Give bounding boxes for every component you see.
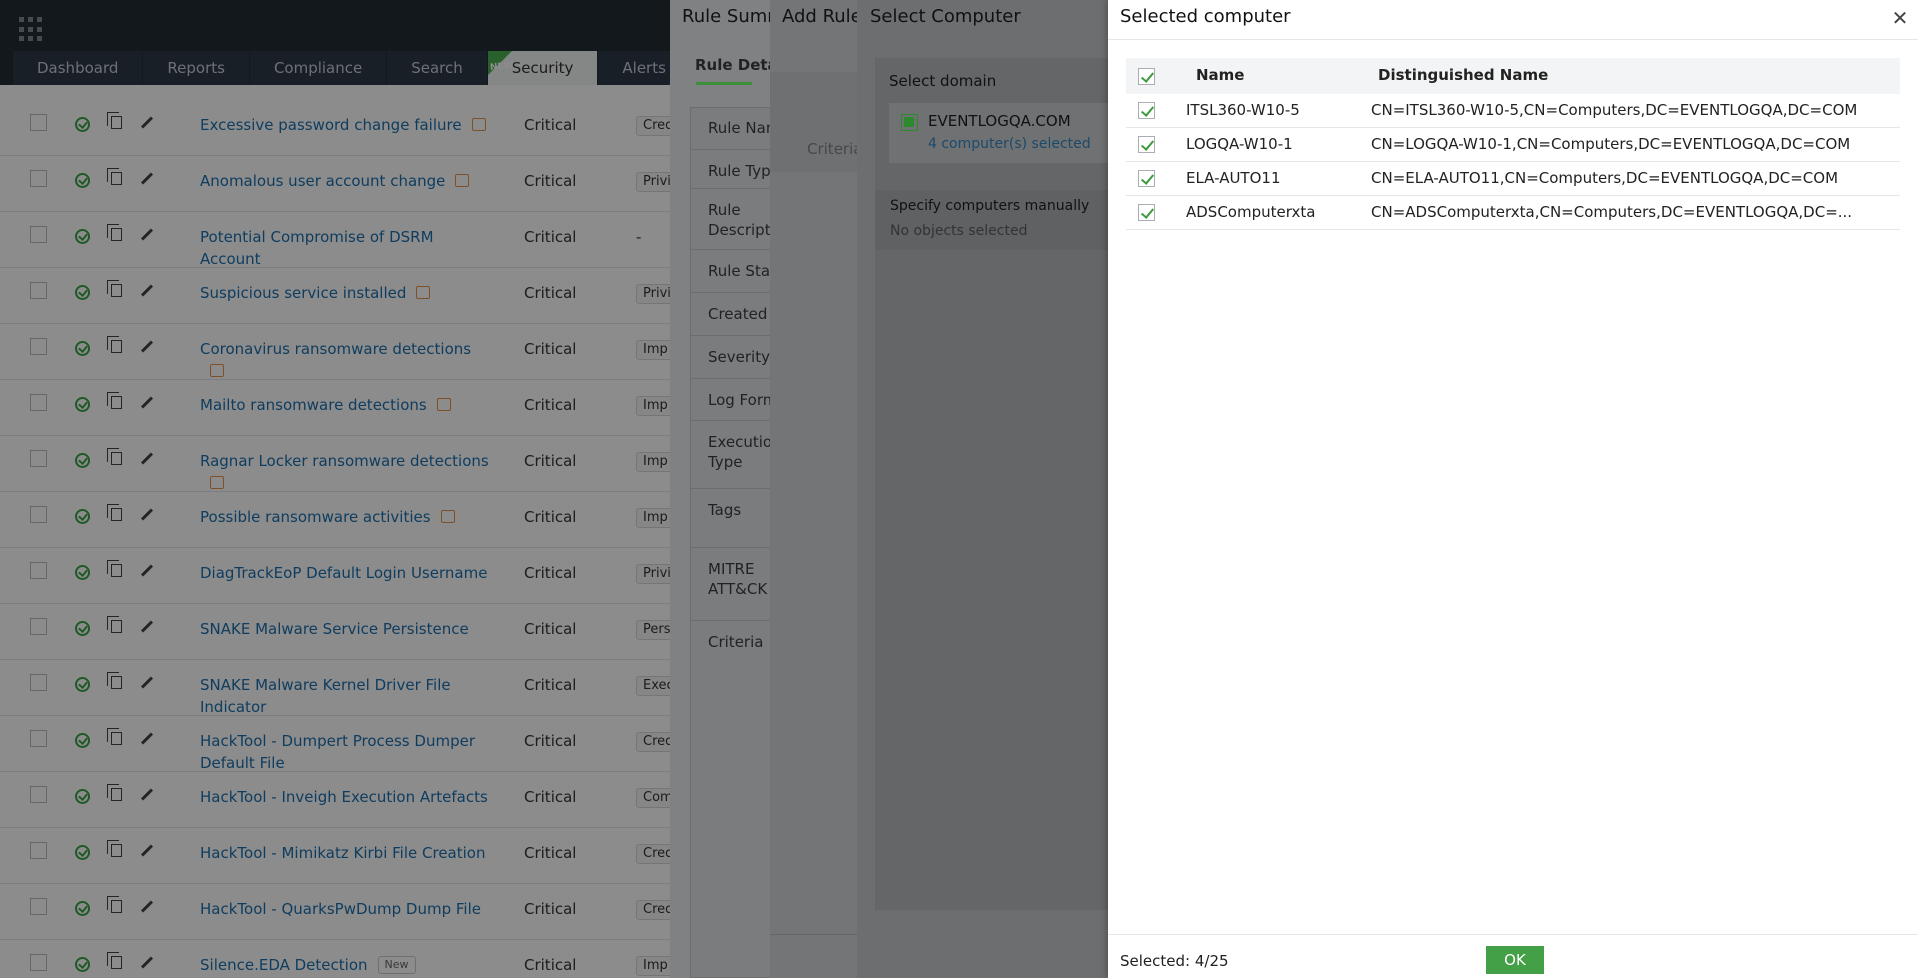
table-row[interactable]: ADSComputerxta CN=ADSComputerxta,CN=Compu… [1126,196,1900,230]
distinguished-name: CN=LOGQA-W10-1,CN=Computers,DC=EVENTLOGQ… [1371,135,1851,153]
add-rule-title: Add Rule [782,6,862,27]
computer-name: ITSL360-W10-5 [1186,101,1300,119]
manual-computers-status: No objects selected [890,223,1028,239]
manual-computers-title: Specify computers manually [890,198,1090,214]
select-all-checkbox[interactable] [1138,68,1155,85]
distinguished-name: CN=ADSComputerxta,CN=Computers,DC=EVENTL… [1371,203,1853,221]
domain-name: EVENTLOGQA.COM [928,112,1071,130]
select-computer-title: Select Computer [870,6,1021,27]
selected-count: Selected: 4/25 [1120,952,1229,970]
tab-underline [696,82,752,85]
table-row[interactable]: LOGQA-W10-1 CN=LOGQA-W10-1,CN=Computers,D… [1126,128,1900,162]
selected-computers-table: Name Distinguished Name ITSL360-W10-5 CN=… [1126,58,1900,230]
select-domain-label: Select domain [889,72,997,90]
computer-name: LOGQA-W10-1 [1186,135,1293,153]
column-header-dn[interactable]: Distinguished Name [1378,66,1548,84]
selected-computer-panel: Selected computer ✕ Name Distinguished N… [1108,0,1918,978]
tab-rule-details[interactable]: Rule Deta [695,56,778,74]
table-row[interactable]: ITSL360-W10-5 CN=ITSL360-W10-5,CN=Compute… [1126,94,1900,128]
table-header: Name Distinguished Name [1126,58,1900,94]
domain-checkbox[interactable] [901,114,918,131]
domain-selected-count-link[interactable]: 4 computer(s) selected [928,136,1091,152]
computer-name: ADSComputerxta [1186,203,1316,221]
row-checkbox[interactable] [1138,102,1155,119]
criteria-label: Criteria [807,140,863,158]
footer-divider [1108,934,1918,935]
header-divider [1108,39,1918,40]
row-checkbox[interactable] [1138,170,1155,187]
ok-button[interactable]: OK [1486,946,1544,974]
table-row[interactable]: ELA-AUTO11 CN=ELA-AUTO11,CN=Computers,DC=… [1126,162,1900,196]
selected-computer-title: Selected computer [1120,6,1291,27]
close-icon[interactable]: ✕ [1890,8,1910,29]
distinguished-name: CN=ELA-AUTO11,CN=Computers,DC=EVENTLOGQA… [1371,169,1839,187]
distinguished-name: CN=ITSL360-W10-5,CN=Computers,DC=EVENTLO… [1371,101,1858,119]
computer-name: ELA-AUTO11 [1186,169,1281,187]
column-header-name[interactable]: Name [1196,66,1244,84]
row-checkbox[interactable] [1138,136,1155,153]
row-checkbox[interactable] [1138,204,1155,221]
